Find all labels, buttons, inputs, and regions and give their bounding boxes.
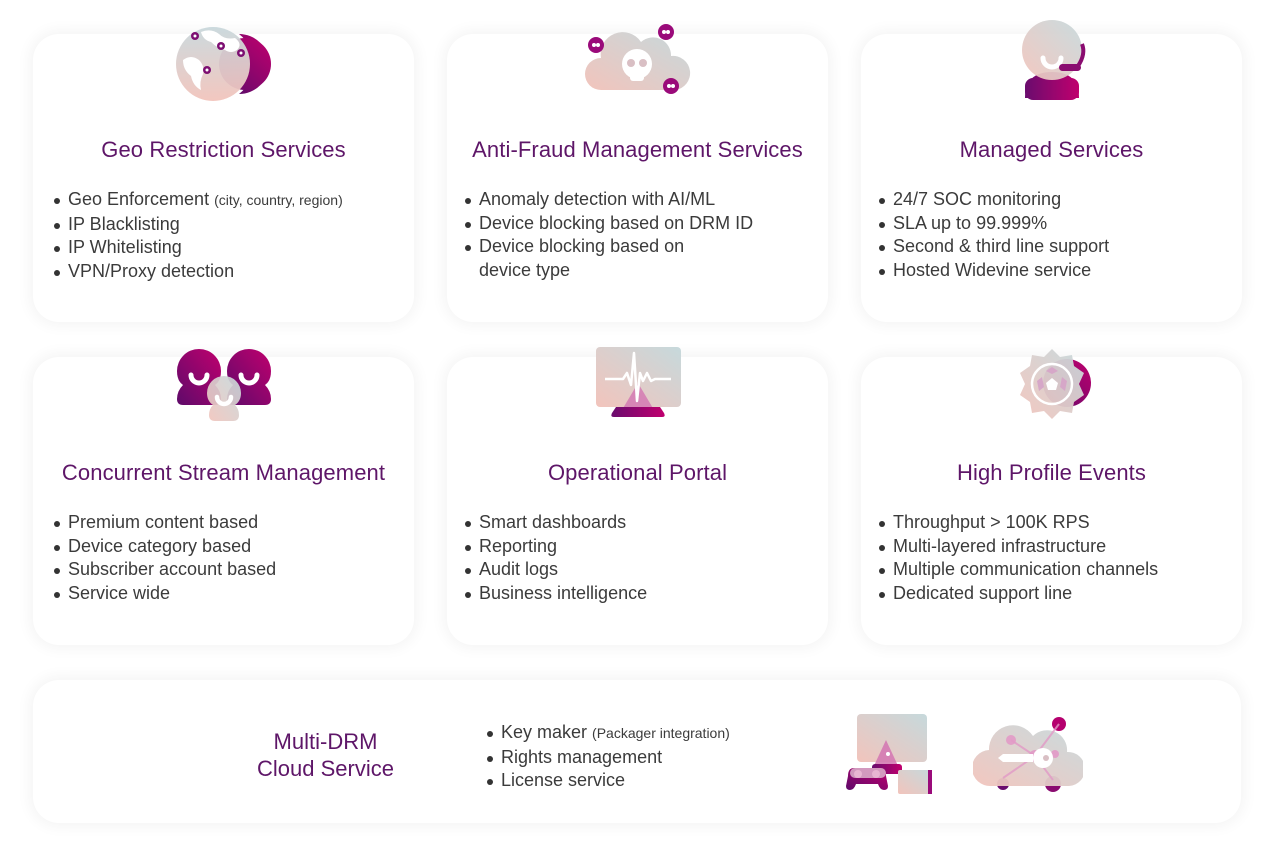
support-headset-icon [997,20,1107,102]
list-item: Business intelligence [464,582,647,606]
list-item: SLA up to 99.999% [878,212,1109,236]
list-item: Subscriber account based [53,558,276,582]
list-item: Device category based [53,535,276,559]
service-card-multi-drm: Multi-DRM Cloud Service Key maker (Packa… [33,680,1241,823]
list-item: Second & third line support [878,235,1109,259]
cloud-key-icon [973,710,1083,795]
list-item: Multi-layered infrastructure [878,535,1158,559]
list-item: Audit logs [464,558,647,582]
list-item: IP Whitelisting [53,236,343,260]
service-card-anti-fraud: Anti-Fraud Management Services Anomaly d… [447,24,828,322]
list-item: Smart dashboards [464,511,647,535]
list-item: Device blocking based on DRM ID [464,212,753,236]
list-item: 24/7 SOC monitoring [878,188,1109,212]
list-item: Multiple communication channels [878,558,1158,582]
card-title: Concurrent Stream Management [61,460,386,485]
card-title: Managed Services [959,137,1144,162]
cloud-skull-icon [583,20,693,102]
feature-list: 24/7 SOC monitoring SLA up to 99.999% Se… [878,188,1109,282]
list-item: Reporting [464,535,647,559]
service-card-managed-services: Managed Services 24/7 SOC monitoring SLA… [861,20,1242,322]
list-item: IP Blacklisting [53,213,343,237]
list-item: Device blocking based on device type [464,235,753,282]
feature-list: Smart dashboards Reporting Audit logs Bu… [464,511,647,605]
feature-list: Throughput > 100K RPS Multi-layered infr… [878,511,1158,605]
card-title: Multi-DRM Cloud Service [257,729,394,781]
list-item: Anomaly detection with AI/ML [464,188,753,212]
list-item: Geo Enforcement (city, country, region) [53,188,343,213]
service-card-geo-restriction: Geo Restriction Services Geo Enforcement… [33,27,414,322]
list-item: Premium content based [53,511,276,535]
card-title: Anti-Fraud Management Services [472,137,803,162]
soccer-badge-icon [997,343,1107,425]
card-title: High Profile Events [957,460,1146,485]
list-item: Rights management [486,746,730,770]
devices-icon [828,710,938,795]
list-item: Service wide [53,582,276,606]
monitor-pulse-icon [583,343,693,425]
list-item: Hosted Widevine service [878,259,1109,283]
feature-list: Anomaly detection with AI/ML Device bloc… [464,188,753,282]
card-title: Operational Portal [547,460,728,485]
list-item: VPN/Proxy detection [53,260,343,284]
users-group-icon [169,343,279,425]
feature-list: Geo Enforcement (city, country, region) … [53,188,343,283]
service-card-high-profile-events: High Profile Events Throughput > 100K RP… [861,349,1242,645]
list-item: License service [486,769,730,793]
service-card-operational-portal: Operational Portal Smart dashboards Repo… [447,347,828,645]
feature-list: Key maker (Packager integration) Rights … [486,721,730,793]
service-card-concurrent-stream: Concurrent Stream Management Premium con… [33,349,414,645]
feature-list: Premium content based Device category ba… [53,511,276,605]
globe-pins-icon [169,20,279,102]
list-item: Throughput > 100K RPS [878,511,1158,535]
list-item: Dedicated support line [878,582,1158,606]
card-title: Geo Restriction Services [101,137,346,162]
list-item: Key maker (Packager integration) [486,721,730,746]
